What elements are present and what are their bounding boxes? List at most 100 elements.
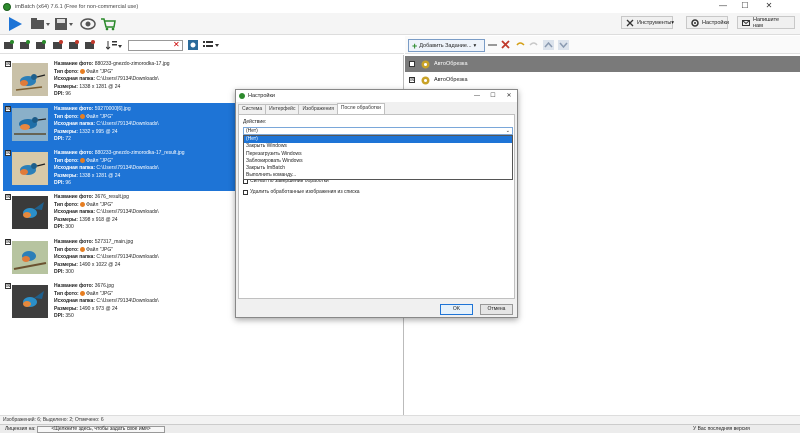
chevron-down-icon: ⌄ [505,128,510,134]
task-label: АвтоОбрезка [434,61,468,67]
chevron-down-icon: ▾ [473,42,477,49]
item-checkbox[interactable]: ☒ [5,106,11,112]
dropdown-option[interactable]: Заблокировать Windows [244,158,512,165]
dialog-close-button[interactable]: ✕ [502,90,516,102]
run-play-icon[interactable] [6,15,24,33]
dialog-maximize-button[interactable]: ☐ [486,90,500,102]
item-checkbox[interactable]: ☒ [5,283,11,289]
auto-crop-icon [420,59,431,70]
image-folder: C:\Users\79134\Downloads\ [96,209,159,215]
image-size: 1490 x 1022 @ 24 [79,261,121,268]
clear-list-icon[interactable] [85,40,95,50]
cart-icon[interactable] [100,15,116,33]
action-select-value: (Нет) [246,128,258,134]
dropdown-option[interactable]: Перезагрузить Windows [244,151,512,158]
add-task-label: Добавить Задание... [419,42,472,49]
image-name: 59270000[6].jpg [94,106,131,112]
dialog-tabs: Система Интерфейс Изображения После обра… [238,103,385,114]
remove-task-icon[interactable] [487,40,498,50]
add-folder-icon[interactable] [20,40,30,50]
image-dpi: 350 [65,313,74,319]
image-dpi: 300 [65,269,74,275]
tools-icon [626,19,634,27]
move-down-icon[interactable] [558,40,569,50]
sort-icon[interactable] [105,40,122,50]
dropdown-option[interactable]: Закрыть ImBatch [244,165,512,172]
image-name: 880233-gnezdo-zimorodka-17.jpg [94,61,170,67]
auto-crop-icon [420,75,431,86]
kingfisher-thumbnail [12,285,48,318]
image-type: Файл "JPG" [86,246,114,253]
dropdown-option[interactable]: Выполнить команду... [244,172,512,179]
settings-button[interactable]: Настройки [686,16,729,29]
cancel-button[interactable]: Отмена [480,304,513,315]
contact-us-button[interactable]: Напишите нам [737,16,795,29]
add-images-icon[interactable] [4,40,14,50]
dropdown-option[interactable]: (Нет) [244,136,512,144]
item-checkbox[interactable]: ☒ [5,150,11,156]
task-checkbox[interactable] [409,61,415,67]
clear-filter-icon[interactable]: ✕ [173,40,180,50]
tab-after-processing[interactable]: После обработки [336,103,385,114]
image-type: Файл "JPG" [86,157,114,164]
maximize-button[interactable]: ☐ [734,0,756,13]
remove-processed-option[interactable]: Удалить обработанные изображения из спис… [243,189,360,195]
save-icon[interactable] [54,15,74,33]
ok-button[interactable]: OK [440,304,473,315]
kingfisher-thumbnail [12,152,48,185]
file-type-icon [80,246,86,252]
kingfisher-thumbnail [12,241,48,274]
dialog-minimize-button[interactable]: — [470,90,484,102]
tasks-toolbar: + Добавить Задание... ▾ [405,36,800,54]
item-checkbox[interactable]: ☒ [5,194,11,200]
item-checkbox[interactable]: ☒ [5,239,11,245]
preview-eye-icon[interactable] [80,15,96,33]
image-size: 1338 x 1281 @ 24 [79,83,121,90]
tab-images[interactable]: Изображения [298,104,338,114]
gear-icon [691,18,699,27]
view-mode-icon[interactable] [203,40,219,50]
image-info-icon[interactable] [188,40,198,50]
add-recursive-icon[interactable] [36,40,46,50]
task-row[interactable]: ☒ АвтоОбрезка [405,72,800,88]
task-row[interactable]: АвтоОбрезка [405,56,800,72]
tab-interface[interactable]: Интерфейс [265,104,300,114]
redo-icon[interactable] [528,40,539,50]
action-select[interactable]: (Нет) ⌄ [243,127,513,135]
license-label: Лицензия на: [5,426,36,432]
image-dpi: 96 [65,180,71,186]
image-name: 527317_main.jpg [94,239,134,245]
remove-checked-icon[interactable] [69,40,79,50]
settings-label: Настройки [702,19,729,26]
image-folder: C:\Users\79134\Downloads\ [96,76,159,82]
settings-dialog: Настройки — ☐ ✕ Система Интерфейс Изобра… [235,89,518,318]
minimize-button[interactable]: — [712,0,734,13]
file-type-icon [80,68,86,74]
delete-all-tasks-icon[interactable] [500,40,511,50]
undo-icon[interactable] [515,40,526,50]
dialog-title-bar: Настройки — ☐ ✕ [236,90,517,102]
remove-processed-checkbox[interactable] [243,189,248,195]
image-folder: C:\Users\79134\Downloads\ [96,121,159,127]
app-logo-icon [239,93,245,99]
image-list-toolbar: ✕ [0,36,404,54]
image-folder: C:\Users\79134\Downloads\ [96,298,159,304]
tools-label: Инструменты [637,19,672,26]
move-up-icon[interactable] [543,40,554,50]
action-label: Действие: [243,119,267,125]
task-checkbox[interactable]: ☒ [409,77,415,83]
remove-processed-label: Удалить обработанные изображения из спис… [250,189,360,195]
dropdown-option[interactable]: Закрыть Windows [244,143,512,150]
close-button[interactable]: ✕ [758,0,780,13]
tab-panel: Действие: (Нет) ⌄ (Нет) Закрыть Windows … [238,114,515,299]
item-checkbox[interactable]: ☒ [5,61,11,67]
tab-system[interactable]: Система [238,104,267,114]
license-name-button[interactable]: <Щелкните здесь, чтобы задать свое имя> [37,426,165,433]
tools-menu-button[interactable]: Инструменты ▾ [621,16,674,29]
image-size: 1490 x 973 @ 24 [79,305,118,312]
image-size: 1332 x 995 @ 24 [79,128,118,135]
add-task-button[interactable]: + Добавить Задание... ▾ [408,39,485,52]
open-folder-icon[interactable] [30,15,50,33]
remove-selected-icon[interactable] [53,40,63,50]
image-name: 3676_result.jpg [94,194,129,200]
